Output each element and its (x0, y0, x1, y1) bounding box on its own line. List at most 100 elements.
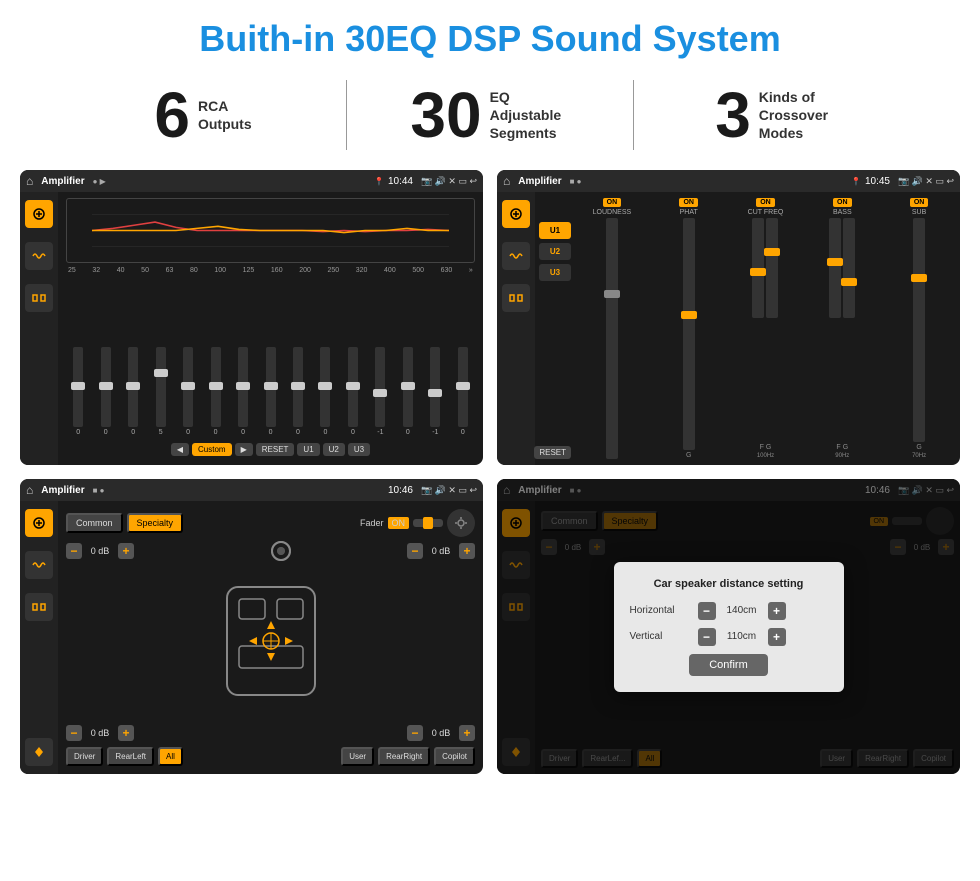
rearright-plus[interactable]: + (459, 725, 475, 741)
confirm-button[interactable]: Confirm (689, 654, 768, 676)
u3-btn[interactable]: U3 (348, 443, 370, 456)
vertical-plus-btn[interactable]: + (768, 628, 786, 646)
xo-status-bar: Amplifier ■ ● 10:45 📷 🔊 ✕ ▭ ↩ (497, 170, 960, 192)
vertical-minus-btn[interactable]: − (698, 628, 716, 646)
slider-track-10[interactable] (320, 347, 330, 427)
driver-vol-val: 0 dB (86, 546, 114, 556)
xo-presets: U1 U2 U3 RESET (539, 198, 571, 459)
xo-reset-btn[interactable]: RESET (534, 446, 571, 459)
channel-phat: ON PHAT G (652, 198, 726, 459)
fader-ctrl-3[interactable] (25, 593, 53, 621)
sub-slider[interactable] (913, 218, 925, 442)
sub-toggle[interactable]: ON (910, 198, 929, 207)
rearright-btn[interactable]: RearRight (378, 747, 430, 766)
fader-ctrl-2[interactable] (25, 551, 53, 579)
copilot-minus[interactable]: − (407, 543, 423, 559)
horizontal-minus-btn[interactable]: − (698, 602, 716, 620)
driver-plus[interactable]: + (118, 543, 134, 559)
slider-track-15[interactable] (458, 347, 468, 427)
prev-btn[interactable]: ◀ (171, 443, 189, 456)
vertical-label: Vertical (630, 631, 690, 642)
stat-eq-label: EQ Adjustable Segments (490, 88, 570, 143)
u2-preset[interactable]: U2 (539, 243, 571, 260)
fader-ctrl-4[interactable] (25, 738, 53, 766)
fader-settings-icon[interactable] (447, 509, 475, 537)
bass-slider-f[interactable] (829, 218, 841, 318)
slider-track-5[interactable] (183, 347, 193, 427)
custom-btn[interactable]: Custom (192, 443, 232, 456)
stat-crossover-number: 3 (715, 83, 751, 147)
car-diagram (66, 565, 475, 717)
slider-track-13[interactable] (403, 347, 413, 427)
copilot-btn[interactable]: Copilot (434, 747, 475, 766)
bass-slider-g[interactable] (843, 218, 855, 318)
distance-screen-card: Amplifier ■ ● 10:46 📷 🔊 ✕ ▭ ↩ (497, 479, 960, 774)
slider-track-6[interactable] (211, 347, 221, 427)
play-btn[interactable]: ▶ (235, 443, 253, 456)
rearleft-plus[interactable]: + (118, 725, 134, 741)
xo-channels: ON LOUDNESS ON PHAT G ON CUT FREQ (575, 198, 956, 459)
slider-track-8[interactable] (266, 347, 276, 427)
phat-toggle[interactable]: ON (679, 198, 698, 207)
xo-ctrl-1[interactable] (502, 200, 530, 228)
fader-label-text: Fader (360, 518, 384, 528)
slider-track-7[interactable] (238, 347, 248, 427)
eq-ctrl-3[interactable] (25, 284, 53, 312)
rearright-minus[interactable]: − (407, 725, 423, 741)
eq-ctrl-2[interactable] (25, 242, 53, 270)
dialog-vertical-row: Vertical − 110cm + (630, 628, 828, 646)
u2-btn[interactable]: U2 (323, 443, 345, 456)
all-btn[interactable]: All (158, 747, 183, 766)
common-tab[interactable]: Common (66, 513, 123, 533)
driver-minus[interactable]: − (66, 543, 82, 559)
slider-track-11[interactable] (348, 347, 358, 427)
dialog-title: Car speaker distance setting (630, 578, 828, 590)
cutfreq-slider-f[interactable] (752, 218, 764, 318)
horizontal-plus-btn[interactable]: + (768, 602, 786, 620)
specialty-tab[interactable]: Specialty (127, 513, 184, 533)
eq-time: 10:44 (388, 176, 413, 187)
fader-main: Common Specialty Fader ON (58, 501, 483, 774)
rearright-vol: − 0 dB + (407, 725, 475, 741)
copilot-plus[interactable]: + (459, 543, 475, 559)
eq-left-controls (20, 192, 58, 465)
phat-slider[interactable] (683, 218, 695, 450)
fader-content: Common Specialty Fader ON (20, 501, 483, 774)
user-btn[interactable]: User (341, 747, 374, 766)
slider-track-3[interactable] (128, 347, 138, 427)
eq-screen-content: 25 32 40 50 63 80 100 125 160 200 250 32… (20, 192, 483, 465)
xo-ctrl-2[interactable] (502, 242, 530, 270)
slider-track-14[interactable] (430, 347, 440, 427)
slider-col-11: 0 (341, 347, 365, 436)
stat-rca-label: RCA Outputs (198, 97, 252, 133)
u3-preset[interactable]: U3 (539, 264, 571, 281)
slider-col-10: 0 (313, 347, 337, 436)
fader-home-icon (26, 483, 33, 497)
fader-ctrl-1[interactable] (25, 509, 53, 537)
rearleft-btn[interactable]: RearLeft (107, 747, 154, 766)
driver-btn[interactable]: Driver (66, 747, 103, 766)
horizontal-label: Horizontal (630, 605, 690, 616)
loudness-slider[interactable] (606, 218, 618, 459)
fader-app-name: Amplifier (41, 485, 84, 496)
slider-col-3: 0 (121, 347, 145, 436)
slider-col-9: 0 (286, 347, 310, 436)
eq-ctrl-1[interactable] (25, 200, 53, 228)
slider-track-9[interactable] (293, 347, 303, 427)
eq-screen-card: Amplifier ● ▶ 10:44 📷 🔊 ✕ ▭ ↩ (20, 170, 483, 465)
xo-ctrl-3[interactable] (502, 284, 530, 312)
bass-toggle[interactable]: ON (833, 198, 852, 207)
u1-btn[interactable]: U1 (297, 443, 319, 456)
cutfreq-toggle[interactable]: ON (756, 198, 775, 207)
reset-btn[interactable]: RESET (256, 443, 295, 456)
slider-track-2[interactable] (101, 347, 111, 427)
rearleft-minus[interactable]: − (66, 725, 82, 741)
cutfreq-slider-g[interactable] (766, 218, 778, 318)
slider-track-4[interactable] (156, 347, 166, 427)
copilot-vol: − 0 dB + (407, 543, 475, 559)
slider-track-12[interactable] (375, 347, 385, 427)
u1-preset[interactable]: U1 (539, 222, 571, 239)
loudness-toggle[interactable]: ON (603, 198, 622, 207)
slider-track-1[interactable] (73, 347, 83, 427)
channel-cutfreq: ON CUT FREQ FG 100Hz (729, 198, 803, 459)
